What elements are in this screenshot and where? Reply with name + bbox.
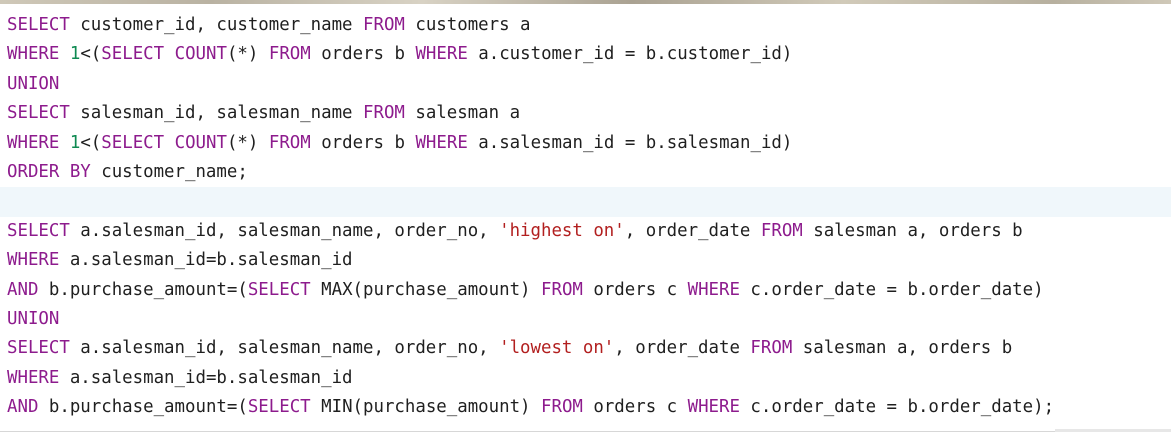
code-token: a.salesman_id, salesman_name, order_no,: [69, 338, 500, 359]
code-token: FROM: [268, 132, 311, 153]
code-token: , order_date: [624, 220, 761, 241]
code-token: WHERE: [687, 397, 740, 418]
code-line-3[interactable]: UNION: [0, 70, 1171, 99]
code-token: FROM: [750, 338, 793, 359]
code-line-4[interactable]: SELECT salesman_id, salesman_name FROM s…: [0, 99, 1171, 128]
code-token: 1: [69, 132, 81, 153]
code-token: a.customer_id = b.customer_id): [467, 44, 793, 65]
code-token: , order_date: [614, 338, 751, 359]
code-line-2[interactable]: WHERE 1<(SELECT COUNT(*) FROM orders b W…: [0, 40, 1171, 69]
code-token: b.purchase_amount=(: [38, 397, 248, 418]
code-token: a.salesman_id=b.salesman_id: [59, 250, 353, 271]
code-token: a.salesman_id = b.salesman_id): [467, 132, 793, 153]
code-token: orders c: [582, 397, 688, 418]
code-token: SELECT: [7, 103, 70, 124]
code-token: salesman a, orders b: [792, 338, 1013, 359]
code-line-11[interactable]: UNION: [0, 305, 1171, 334]
code-token: COUNT: [174, 44, 227, 65]
code-token: orders c: [582, 279, 688, 300]
code-token: orders b: [310, 132, 416, 153]
code-token: customer_name;: [90, 161, 248, 182]
code-line-5[interactable]: WHERE 1<(SELECT COUNT(*) FROM orders b W…: [0, 129, 1171, 158]
code-token: COUNT: [174, 132, 227, 153]
code-line-9[interactable]: WHERE a.salesman_id=b.salesman_id: [0, 246, 1171, 275]
code-token: FROM: [760, 220, 803, 241]
code-token: salesman_id, salesman_name: [69, 103, 363, 124]
code-token: c.order_date = b.order_date): [739, 279, 1044, 300]
code-token: salesman a: [404, 103, 521, 124]
code-token: WHERE: [7, 367, 60, 388]
code-token: FROM: [541, 279, 583, 300]
code-token: 'highest on': [499, 220, 625, 241]
code-line-13[interactable]: WHERE a.salesman_id=b.salesman_id: [0, 364, 1171, 393]
code-token: WHERE: [7, 250, 60, 271]
code-line-14[interactable]: AND b.purchase_amount=(SELECT MIN(purcha…: [0, 393, 1171, 422]
code-token: SELECT: [101, 132, 165, 153]
code-token: FROM: [363, 103, 405, 124]
code-token: a.salesman_id=b.salesman_id: [59, 367, 353, 388]
code-token: FROM: [541, 397, 583, 418]
code-token: WHERE: [415, 44, 468, 65]
code-token: AND: [7, 279, 39, 300]
code-token: WHERE: [415, 132, 468, 153]
code-token: SELECT: [7, 338, 70, 359]
code-token: WHERE: [687, 279, 740, 300]
code-token: (*): [226, 44, 269, 65]
code-token: b.purchase_amount=(: [38, 279, 248, 300]
code-token: 1: [69, 44, 81, 65]
code-token: orders b: [310, 44, 416, 65]
code-token: UNION: [7, 308, 60, 329]
top-background-strip: [0, 0, 1171, 4]
code-token: (*): [226, 132, 269, 153]
code-token: FROM: [363, 15, 405, 35]
code-line-10[interactable]: AND b.purchase_amount=(SELECT MAX(purcha…: [0, 276, 1171, 305]
code-line-8[interactable]: SELECT a.salesman_id, salesman_name, ord…: [0, 217, 1171, 246]
code-token: FROM: [268, 44, 311, 65]
code-line-12[interactable]: SELECT a.salesman_id, salesman_name, ord…: [0, 334, 1171, 363]
code-line-6[interactable]: ORDER BY customer_name;: [0, 158, 1171, 187]
code-token: <(: [80, 44, 102, 65]
code-token: MAX(purchase_amount): [310, 279, 541, 300]
code-token: customer_id, customer_name: [69, 15, 363, 35]
code-token: 'lowest on': [499, 338, 615, 359]
code-token: UNION: [7, 73, 60, 94]
code-token: a.salesman_id, salesman_name, order_no,: [69, 220, 500, 241]
code-line-7-current[interactable]: [0, 187, 1171, 217]
code-token: AND: [7, 397, 39, 418]
sql-code-editor[interactable]: SELECT customer_id, customer_name FROM c…: [0, 11, 1171, 432]
code-token: SELECT: [7, 15, 70, 35]
code-token: SELECT: [247, 397, 311, 418]
code-token: <(: [80, 132, 102, 153]
code-token: SELECT: [7, 220, 70, 241]
code-token: WHERE: [7, 132, 60, 153]
code-token: salesman a, orders b: [802, 220, 1023, 241]
code-token: WHERE: [7, 44, 60, 65]
code-token: customers a: [404, 15, 531, 35]
code-token: MIN(purchase_amount): [310, 397, 541, 418]
code-token: ORDER BY: [7, 161, 91, 182]
code-token: SELECT: [101, 44, 165, 65]
code-token: SELECT: [247, 279, 311, 300]
code-line-1[interactable]: SELECT customer_id, customer_name FROM c…: [0, 11, 1171, 40]
code-token: c.order_date = b.order_date);: [739, 397, 1055, 418]
